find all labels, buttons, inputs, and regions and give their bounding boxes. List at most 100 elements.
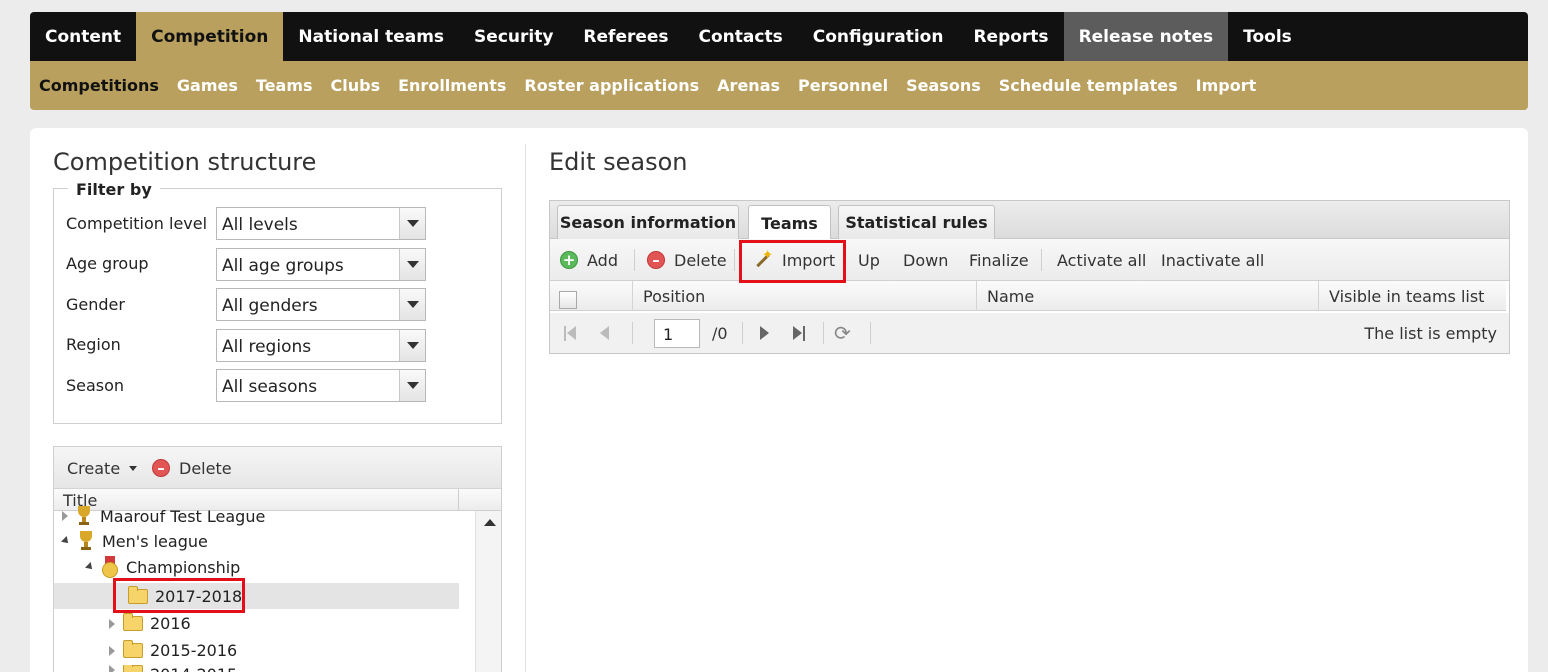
tab-season-information[interactable]: Season information [557, 205, 739, 239]
select-all-checkbox[interactable] [559, 291, 577, 309]
column-name[interactable]: Name [976, 281, 1319, 311]
column-position[interactable]: Position [632, 281, 977, 311]
chevron-down-icon[interactable] [399, 208, 425, 239]
tree-scrollbar[interactable] [475, 511, 501, 672]
delete-label: Delete [674, 250, 727, 270]
tab-statistical-rules[interactable]: Statistical rules [838, 205, 995, 239]
first-page-icon[interactable] [564, 313, 576, 353]
folder-icon [123, 640, 143, 658]
folder-icon [123, 613, 143, 631]
subnav-roster-applications[interactable]: Roster applications [524, 76, 699, 95]
tree-node-label: 2016 [150, 614, 191, 633]
tree-node-label: Championship [126, 557, 241, 577]
column-separator [458, 489, 459, 511]
panel-divider [525, 144, 526, 672]
delete-icon: – [647, 251, 665, 269]
tree-node[interactable]: Championship [85, 556, 241, 578]
region-select[interactable]: All regions [216, 329, 426, 362]
subnav-seasons[interactable]: Seasons [906, 76, 981, 95]
gender-select[interactable]: All genders [216, 288, 426, 321]
folder-icon [123, 665, 143, 672]
expand-icon[interactable] [109, 618, 115, 629]
filter-label-season: Season [66, 376, 125, 395]
age-group-value: All age groups [222, 256, 344, 276]
subnav-teams[interactable]: Teams [256, 76, 313, 95]
tree-node[interactable]: 2016 [109, 613, 191, 633]
add-button[interactable]: + Add [560, 239, 618, 281]
create-label: Create [67, 458, 121, 478]
tab-teams[interactable]: Teams [748, 205, 831, 240]
competition-level-select[interactable]: All levels [216, 207, 426, 240]
down-button[interactable]: Down [903, 239, 948, 281]
chevron-down-icon[interactable] [399, 289, 425, 320]
subnav-schedule-templates[interactable]: Schedule templates [999, 76, 1178, 95]
nav-competition[interactable]: Competition [136, 12, 284, 61]
nav-tools[interactable]: Tools [1228, 12, 1307, 61]
season-value: All seasons [222, 377, 318, 397]
tree-node[interactable]: Men's league [61, 531, 208, 551]
pager-separator [632, 322, 633, 344]
nav-contacts[interactable]: Contacts [684, 12, 798, 61]
inactivate-all-button[interactable]: Inactivate all [1161, 239, 1264, 281]
delete-button[interactable]: – Delete [647, 239, 727, 281]
subnav-games[interactable]: Games [177, 76, 238, 95]
collapse-icon[interactable] [61, 536, 71, 546]
page-number-input[interactable]: 1 [654, 319, 700, 348]
tree-node-label: 2014-2015 [150, 665, 237, 672]
prev-page-icon[interactable] [600, 313, 609, 353]
last-page-icon[interactable] [793, 313, 805, 353]
toolbar-separator [734, 249, 735, 271]
up-button[interactable]: Up [858, 239, 880, 281]
column-visible-in-teams-list[interactable]: Visible in teams list [1318, 281, 1506, 311]
gender-value: All genders [222, 296, 318, 316]
subnav-import[interactable]: Import [1196, 76, 1257, 95]
tree-node[interactable]: 2015-2016 [109, 640, 237, 660]
tree-node[interactable]: Maarouf Test League [62, 506, 265, 526]
next-page-icon[interactable] [760, 313, 769, 353]
expand-icon[interactable] [109, 645, 115, 656]
age-group-select[interactable]: All age groups [216, 248, 426, 281]
main-nav: Content Competition National teams Secur… [30, 12, 1528, 61]
subnav-arenas[interactable]: Arenas [717, 76, 780, 95]
chevron-down-icon[interactable] [399, 249, 425, 280]
nav-referees[interactable]: Referees [568, 12, 683, 61]
filter-legend: Filter by [68, 180, 160, 199]
pager-separator [870, 322, 871, 344]
sub-nav: Competitions Games Teams Clubs Enrollmen… [30, 61, 1528, 110]
delete-icon: – [152, 459, 170, 477]
structure-title: Competition structure [53, 148, 317, 176]
tree-toolbar: Create – Delete [54, 447, 501, 489]
filter-label-gender: Gender [66, 295, 125, 314]
chevron-down-icon[interactable] [399, 370, 425, 401]
competition-level-value: All levels [222, 215, 298, 235]
nav-configuration[interactable]: Configuration [798, 12, 959, 61]
nav-reports[interactable]: Reports [958, 12, 1063, 61]
nav-security[interactable]: Security [459, 12, 568, 61]
finalize-button[interactable]: Finalize [969, 239, 1029, 281]
expand-icon[interactable] [109, 665, 115, 672]
filter-label-age-group: Age group [66, 254, 149, 273]
trophy-icon [78, 531, 94, 551]
nav-national-teams[interactable]: National teams [283, 12, 459, 61]
season-select[interactable]: All seasons [216, 369, 426, 402]
create-menu-button[interactable]: Create [67, 447, 138, 489]
nav-content[interactable]: Content [30, 12, 136, 61]
subnav-personnel[interactable]: Personnel [798, 76, 888, 95]
highlight-box-import [739, 240, 846, 283]
medal-icon [102, 556, 118, 578]
pager-separator [823, 322, 824, 344]
activate-all-button[interactable]: Activate all [1057, 239, 1146, 281]
collapse-icon[interactable] [85, 562, 95, 572]
expand-icon[interactable] [62, 511, 68, 521]
subnav-enrollments[interactable]: Enrollments [398, 76, 506, 95]
subnav-competitions[interactable]: Competitions [39, 76, 159, 95]
scroll-up-icon[interactable] [484, 519, 496, 526]
subnav-clubs[interactable]: Clubs [331, 76, 381, 95]
tree-delete-button[interactable]: – Delete [152, 447, 232, 489]
chevron-down-icon[interactable] [399, 330, 425, 361]
nav-release-notes[interactable]: Release notes [1063, 12, 1229, 61]
tree-delete-label: Delete [179, 458, 232, 478]
toolbar-separator [1041, 249, 1042, 271]
refresh-icon[interactable]: ⟳ [834, 313, 851, 353]
tree-node[interactable]: 2014-2015 [109, 665, 237, 672]
